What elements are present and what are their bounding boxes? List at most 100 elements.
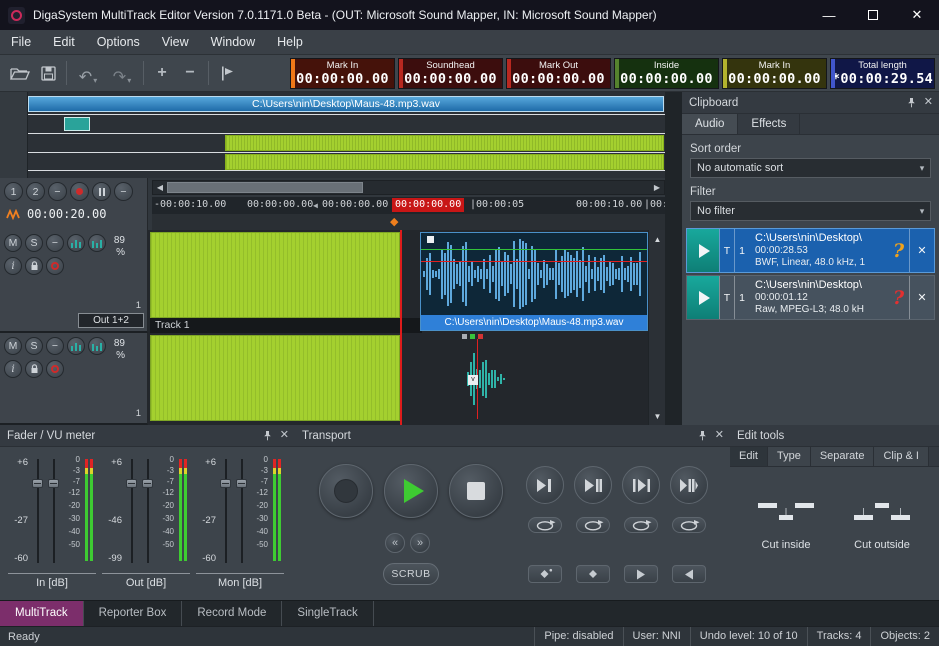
playhead-line[interactable] [400,333,402,425]
tab-edit[interactable]: Edit [730,447,768,466]
track-info-button[interactable]: i [4,257,22,275]
play-clip-button[interactable] [687,276,719,319]
menu-file[interactable]: File [0,30,42,55]
timeline-ruler[interactable]: -00:00:10.00 00:00:00.00 ◀ 00:00:00.00 0… [152,197,665,214]
pause-mode-button[interactable] [92,182,111,201]
mute-button[interactable]: M [4,337,22,355]
meter-mode-button[interactable] [88,234,106,252]
lock-track-button[interactable] [25,360,43,378]
playhead-line[interactable] [400,230,402,333]
playhead-marker-icon[interactable]: ◆ [390,215,398,228]
overview-clip-green[interactable] [225,135,664,151]
close-button[interactable]: ✕ [895,0,939,30]
scroll-right-icon[interactable]: ▶ [650,181,664,194]
tab-singletrack[interactable]: SingleTrack [282,601,373,626]
track-name-label[interactable]: Track 1 [150,318,422,333]
minimize-button[interactable]: — [807,0,851,30]
tab-multitrack[interactable]: MultiTrack [0,601,84,626]
scroll-down-icon[interactable]: ▼ [649,409,666,423]
cut-outside-button[interactable]: Cut outside [838,491,926,575]
overview-clip-blue[interactable]: C:\Users\nin\Desktop\Maus-48.mp3.wav [28,96,664,112]
close-panel-icon[interactable]: ✕ [280,430,289,441]
fader-slider[interactable] [48,459,59,563]
fader-slider[interactable] [236,459,247,563]
lock-track-button[interactable] [25,257,43,275]
overview-clip-teal[interactable] [64,117,90,131]
remove-item-button[interactable]: ✕ [909,276,934,319]
menu-options[interactable]: Options [86,30,151,55]
play-clip-button[interactable] [687,229,719,272]
close-panel-icon[interactable]: ✕ [715,430,724,441]
loop-mode-button[interactable] [576,517,610,533]
scrollbar-thumb[interactable] [167,182,363,193]
fader-thumb[interactable] [236,479,247,488]
clipboard-item[interactable]: T 1 C:\Users\nin\Desktop\ 00:00:28.53 BW… [686,228,935,273]
loop-mode-button[interactable] [528,517,562,533]
vu-display-button[interactable] [67,234,85,252]
record-button[interactable] [319,464,373,518]
record-arm-button[interactable] [70,182,89,201]
audio-clip-green[interactable] [150,232,400,318]
zoom-out-button[interactable]: − [176,59,204,87]
tab-clip-in[interactable]: Clip & I [874,447,928,466]
meter-mode-button[interactable] [88,337,106,355]
save-button[interactable] [34,59,62,87]
stop-button[interactable] [449,464,503,518]
play-skip-button[interactable] [670,466,708,504]
vu-display-button[interactable] [67,337,85,355]
loop-mode-button[interactable] [624,517,658,533]
tab-separate[interactable]: Separate [811,447,875,466]
fader-slider[interactable] [126,459,137,563]
tab-type[interactable]: Type [768,447,811,466]
scroll-up-icon[interactable]: ▲ [649,232,666,246]
audio-clip-waveform[interactable]: C:\Users\nin\Desktop\Maus-48.mp3.wav [420,232,648,331]
audio-clip-green[interactable] [150,335,400,421]
pin-icon[interactable] [906,97,917,108]
clipboard-item[interactable]: T 1 C:\Users\nin\Desktop\ 00:00:01.12 Ra… [686,275,935,320]
tab-record-mode[interactable]: Record Mode [182,601,282,626]
remove-item-button[interactable]: ✕ [909,229,934,272]
fader-slider[interactable] [32,459,43,563]
maximize-button[interactable] [851,0,895,30]
minimize-track-button[interactable]: − [46,337,64,355]
tab-reporter-box[interactable]: Reporter Box [84,601,183,626]
vertical-scrollbar[interactable]: ▲ ▼ [648,230,665,425]
play-to-mark-button[interactable] [526,466,564,504]
horizontal-scrollbar[interactable]: ◀ ▶ [152,180,665,195]
pin-icon[interactable] [697,430,708,441]
track-1-content[interactable]: Track 1 C:\Users\nin\Desktop\Maus-48.mp3… [150,230,648,333]
track-info-button[interactable]: i [4,360,22,378]
marker-lane[interactable]: ◆ [152,214,665,230]
track-count-1-button[interactable]: 1 [4,182,23,201]
scroll-left-icon[interactable]: ◀ [153,181,167,194]
audio-clip-teal[interactable]: v [465,339,509,419]
goto-mark-in-button[interactable] [528,565,562,583]
track-2-content[interactable]: v [150,333,648,425]
play-selection-button[interactable] [622,466,660,504]
goto-mark-button[interactable] [576,565,610,583]
play-pause-button[interactable] [574,466,612,504]
previous-object-button[interactable] [672,565,706,583]
collapse-tracks-button[interactable]: − [48,182,67,201]
fast-forward-button[interactable]: » [410,533,430,553]
fader-thumb[interactable] [220,479,231,488]
play-button[interactable] [384,464,438,518]
fader-thumb[interactable] [32,479,43,488]
menu-window[interactable]: Window [200,30,266,55]
fader-slider[interactable] [142,459,153,563]
volume-marker[interactable]: v [468,375,478,385]
rewind-button[interactable]: « [385,533,405,553]
cut-inside-button[interactable]: Cut inside [742,491,830,575]
marker-tool-button[interactable] [213,59,241,87]
close-panel-icon[interactable]: ✕ [924,97,933,108]
mute-button[interactable]: M [4,234,22,252]
solo-button[interactable]: S [25,234,43,252]
remove-track-button[interactable]: − [114,182,133,201]
clip-handle[interactable] [427,236,434,243]
scrub-button[interactable]: SCRUB [383,563,439,585]
sort-order-select[interactable]: No automatic sort ▾ [690,158,931,178]
fader-thumb[interactable] [142,479,153,488]
tab-audio[interactable]: Audio [682,114,738,134]
pin-icon[interactable] [262,430,273,441]
zoom-in-button[interactable]: + [148,59,176,87]
